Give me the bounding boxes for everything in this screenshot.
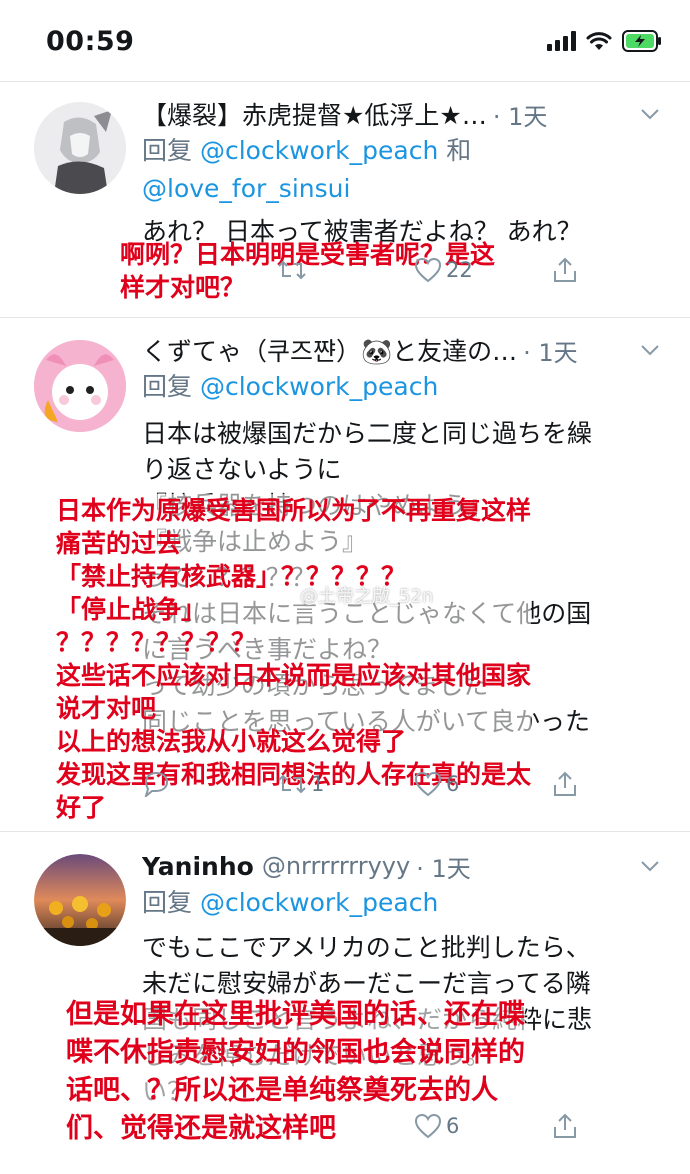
like-button[interactable]: 6 [414, 1113, 459, 1139]
share-icon [554, 1113, 576, 1138]
share-button[interactable] [552, 257, 578, 283]
reply-to-line: 回复 @clockwork_peach [142, 368, 438, 406]
translation-line: 说才对吧 [56, 694, 157, 723]
chevron-down-icon[interactable] [638, 102, 662, 126]
tweet-3[interactable]: Yaninho @nrrrrrrryyy · 1天 回复 @clockwork_… [0, 832, 690, 1174]
retweet-button[interactable]: 1 [277, 772, 324, 796]
share-icon [554, 257, 576, 282]
reply-prefix: 回复 [142, 372, 200, 401]
translation-line: 但是如果在这里批评美国的话、还在喋 [66, 999, 525, 1030]
battery-charging-icon [622, 30, 662, 52]
wifi-icon [586, 31, 612, 51]
tweet-1[interactable]: 【爆裂】赤虎提督★低浮上★… · 1天 回复 @clockwork_peach … [0, 82, 690, 318]
like-count: 6 [446, 772, 460, 796]
like-button[interactable]: 22 [414, 257, 473, 283]
share-button[interactable] [552, 771, 578, 797]
retweet-icon [278, 260, 306, 280]
translation-line: 话吧、？所以还是单纯祭奠死去的人 [66, 1075, 498, 1106]
share-button[interactable] [552, 1113, 578, 1139]
status-time: 00:59 [46, 26, 135, 57]
watermark: @土帝之啟_52n [300, 586, 434, 607]
tweet-2[interactable]: くずてゃ（쿠즈쨘）🐼と友達の… · 1天 回复 @clockwork_peach… [0, 318, 690, 832]
tweet-header: Yaninho @nrrrrrrryyy · 1天 [142, 846, 662, 886]
author-name[interactable]: くずてゃ（쿠즈쨘）🐼と友達の… [142, 332, 517, 368]
tweet-text-line: でもここでアメリカのこと批判したら、 [142, 933, 591, 962]
translation-line: 「停止战争」 [56, 595, 207, 624]
retweet-count: 1 [311, 772, 325, 796]
tweet-text-line: り返さないように [142, 455, 342, 484]
status-bar: 00:59 [0, 0, 690, 82]
translation-line: 「禁止持有核武器」？？？？？ [56, 562, 407, 591]
share-icon [554, 771, 576, 796]
reply-button[interactable] [142, 771, 170, 797]
like-count: 6 [446, 1114, 460, 1138]
reply-prefix: 回复 [142, 136, 200, 165]
heart-icon [414, 257, 442, 283]
mention-link[interactable]: @clockwork_peach [200, 372, 438, 401]
author-handle[interactable]: @nrrrrrrryyy [262, 852, 410, 880]
translation-line: 以上的想法我从小就这么觉得了 [56, 727, 407, 756]
tweet-time: · 1天 [523, 338, 578, 367]
mention-link[interactable]: @clockwork_peach [200, 888, 438, 917]
author-name[interactable]: 【爆裂】赤虎提督★低浮上★… [142, 96, 487, 132]
chevron-down-icon[interactable] [638, 338, 662, 362]
avatar[interactable] [34, 102, 126, 194]
avatar[interactable] [34, 340, 126, 432]
chevron-down-icon[interactable] [638, 854, 662, 878]
reply-conjunction: 和 [438, 136, 472, 165]
tweet-text-line: 日本は被爆国だから二度と同じ過ちを繰 [142, 419, 593, 448]
translation-line: 日本作为原爆受害国所以为了不再重复这样 [56, 496, 532, 525]
like-button[interactable]: 6 [414, 771, 459, 797]
like-count: 22 [446, 258, 473, 282]
retweet-icon [278, 774, 306, 794]
tweet-header: くずてゃ（쿠즈쨘）🐼と友達の… · 1天 [142, 330, 662, 370]
tweet-header: 【爆裂】赤虎提督★低浮上★… · 1天 [142, 94, 662, 134]
translation-line: 喋不休指责慰安妇的邻国也会说同样的 [66, 1037, 525, 1068]
translation-line: ？？？？？？？？ [56, 628, 257, 657]
status-icons [547, 30, 662, 52]
avatar[interactable] [34, 854, 126, 946]
heart-icon [414, 771, 442, 797]
retweet-button[interactable] [277, 258, 311, 282]
mention-link[interactable]: @love_for_sinsui [142, 174, 350, 203]
heart-icon [414, 1113, 442, 1139]
tweet-time: · 1天 [492, 102, 548, 131]
signal-icon [547, 31, 576, 51]
mention-link[interactable]: @clockwork_peach [200, 136, 438, 165]
reply-to-line: 回复 @clockwork_peach 和 @love_for_sinsui [142, 132, 471, 208]
translation-line: 痛苦的过去 [56, 529, 182, 558]
reply-prefix: 回复 [142, 888, 200, 917]
tweet-time: · 1天 [416, 854, 471, 883]
author-name[interactable]: Yaninho [142, 852, 254, 881]
reply-icon [144, 771, 169, 797]
reply-to-line: 回复 @clockwork_peach [142, 884, 438, 922]
translation-line: 这些话不应该对日本说而是应该对其他国家 [56, 661, 532, 690]
